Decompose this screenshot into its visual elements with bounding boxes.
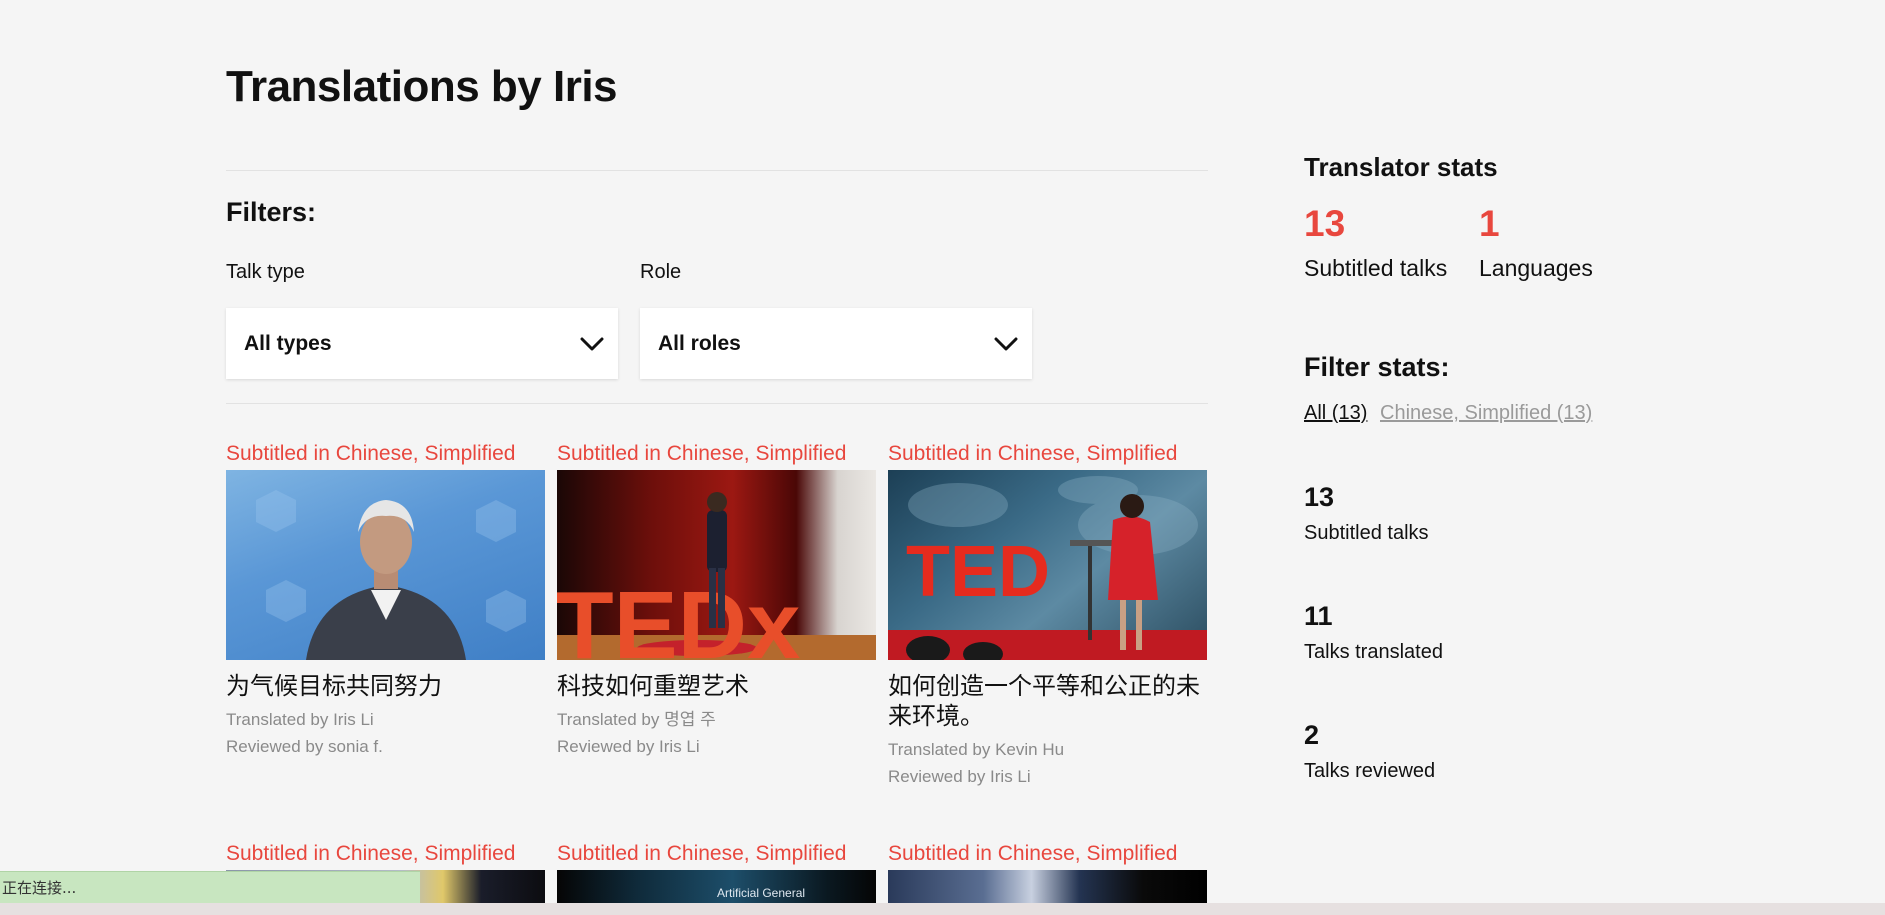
card-reviewer: Reviewed by sonia f. <box>226 737 383 756</box>
filters-heading: Filters: <box>226 197 317 227</box>
talk-type-value: All types <box>244 331 332 355</box>
stat-reviewed-value: 2 <box>1304 720 1320 750</box>
languages-count: 1 <box>1479 203 1500 244</box>
taskbar-strip <box>0 903 1885 915</box>
talk-card[interactable]: Subtitled in Chinese, Simplified TEDx 科技… <box>557 440 876 760</box>
chevron-down-icon <box>992 330 1020 358</box>
divider <box>226 170 1208 171</box>
role-select[interactable]: All roles <box>640 308 1032 379</box>
card-language: Subtitled in Chinese, Simplified <box>557 842 847 865</box>
talk-type-select[interactable]: All types <box>226 308 618 379</box>
card-language: Subtitled in Chinese, Simplified <box>888 442 1178 465</box>
stat-translated-value: 11 <box>1304 601 1333 631</box>
talk-card[interactable]: Subtitled in Chinese, Simplified Artific… <box>557 840 876 910</box>
card-title[interactable]: 为气候目标共同努力 <box>226 672 545 702</box>
card-language: Subtitled in Chinese, Simplified <box>888 842 1178 865</box>
talk-card[interactable]: Subtitled in Chinese, Simplified 为气候目标共同… <box>226 440 545 760</box>
card-reviewer: Reviewed by Iris Li <box>557 737 700 756</box>
stat-subtitled-label: Subtitled talks <box>1304 522 1429 544</box>
card-language: Subtitled in Chinese, Simplified <box>226 442 516 465</box>
subtitled-talks-label: Subtitled talks <box>1304 255 1448 281</box>
card-title[interactable]: 科技如何重塑艺术 <box>557 672 876 702</box>
card-translator: Translated by 명엽 주 <box>557 710 716 729</box>
browser-status-bar: 正在连接... <box>0 871 420 903</box>
languages-label: Languages <box>1479 255 1593 281</box>
card-translator: Translated by Kevin Hu <box>888 740 1065 759</box>
role-value: All roles <box>658 331 741 355</box>
stat-reviewed-label: Talks reviewed <box>1304 760 1436 782</box>
card-language: Subtitled in Chinese, Simplified <box>557 442 847 465</box>
card-title[interactable]: 如何创造一个平等和公正的未来环境。 <box>888 672 1207 732</box>
card-reviewer: Reviewed by Iris Li <box>888 767 1031 786</box>
talk-type-label: Talk type <box>226 261 305 283</box>
filter-chinese-link[interactable]: Chinese, Simplified (13) <box>1380 402 1592 425</box>
talk-card[interactable]: Subtitled in Chinese, Simplified TED 如何创… <box>888 440 1207 790</box>
filter-all-link[interactable]: All (13) <box>1304 402 1367 425</box>
ted-logo: TED <box>906 532 1050 612</box>
card-language: Subtitled in Chinese, Simplified <box>226 842 516 865</box>
talk-thumbnail[interactable]: TEDx <box>557 470 876 660</box>
filter-stats-heading: Filter stats: <box>1304 352 1450 382</box>
tedx-logo: TEDx <box>557 572 800 660</box>
page-title: Translations by Iris <box>226 62 618 111</box>
thumb-caption: Artificial General <box>717 886 806 900</box>
divider <box>226 403 1208 404</box>
card-translator: Translated by Iris Li <box>226 710 374 729</box>
talk-thumbnail[interactable] <box>226 470 545 660</box>
stat-translated-label: Talks translated <box>1304 641 1443 663</box>
talk-thumbnail[interactable]: TED <box>888 470 1207 660</box>
role-label: Role <box>640 261 682 283</box>
subtitled-talks-count: 13 <box>1304 203 1346 244</box>
stat-subtitled-value: 13 <box>1304 482 1335 512</box>
talk-card[interactable]: Subtitled in Chinese, Simplified <box>888 840 1207 910</box>
translator-stats-heading: Translator stats <box>1304 152 1498 182</box>
chevron-down-icon <box>578 330 606 358</box>
